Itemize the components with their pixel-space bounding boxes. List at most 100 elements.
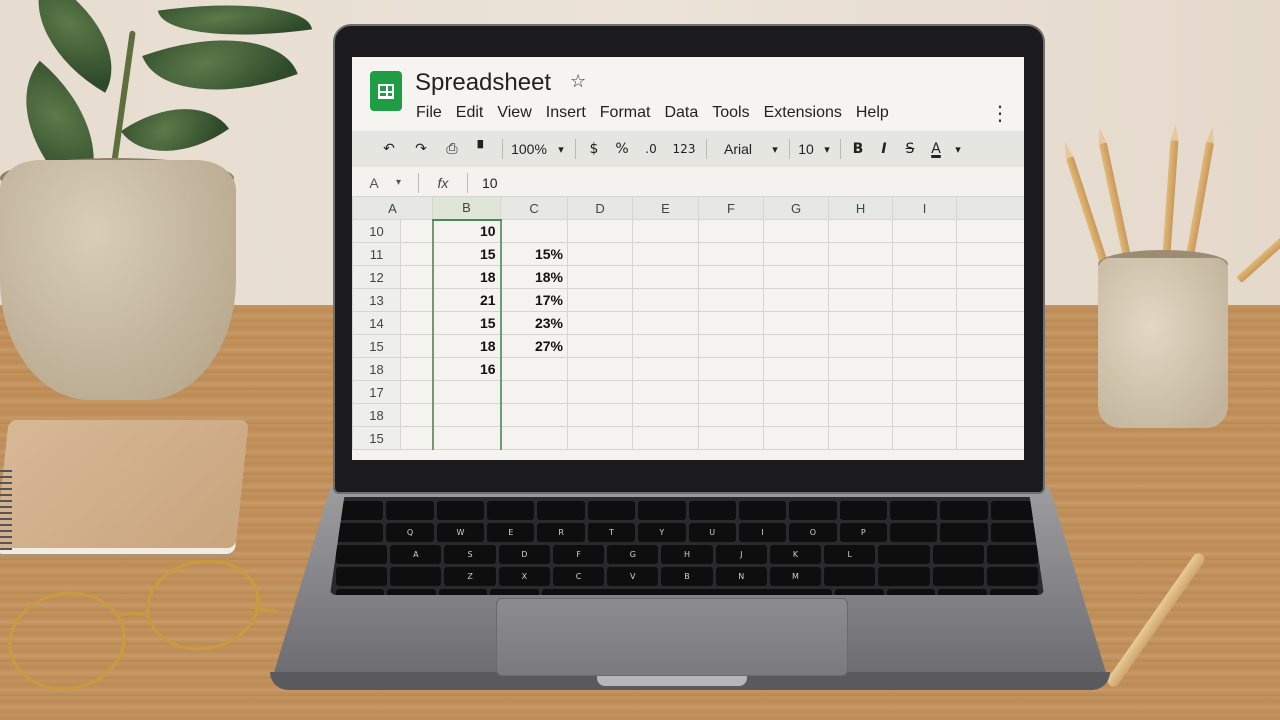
cell-h[interactable] [828, 357, 894, 381]
sheets-logo-icon[interactable] [370, 71, 402, 111]
row-header[interactable]: 14 [352, 311, 401, 335]
cell-overflow[interactable] [956, 380, 1024, 404]
menu-file[interactable]: File [416, 104, 442, 122]
column-header-b[interactable]: B [432, 196, 502, 221]
keyboard-key[interactable] [487, 501, 535, 520]
cell-h[interactable] [828, 403, 894, 427]
cell-h[interactable] [828, 426, 894, 450]
keyboard-key[interactable]: E [487, 523, 535, 542]
paint-format-icon[interactable]: ▘ [468, 131, 498, 167]
cell-overflow[interactable] [956, 311, 1024, 335]
cell-overflow[interactable] [956, 403, 1024, 427]
row-header[interactable]: 17 [352, 380, 401, 404]
menu-extensions[interactable]: Extensions [764, 104, 842, 122]
row-header[interactable]: 15 [352, 334, 401, 358]
keyboard-key[interactable]: F [552, 545, 605, 564]
keyboard-key[interactable]: M [769, 567, 822, 586]
cell-b[interactable]: 15 [431, 311, 502, 335]
cell-i[interactable] [892, 219, 958, 243]
cell-b[interactable]: 16 [431, 357, 502, 381]
keyboard-key[interactable] [688, 501, 736, 520]
cell-b[interactable]: 18 [431, 265, 502, 289]
cell-g[interactable] [763, 357, 830, 381]
row-header[interactable]: 11 [352, 242, 401, 266]
keyboard-key[interactable]: Q [386, 523, 434, 542]
cell-f[interactable] [698, 265, 765, 289]
menu-format[interactable]: Format [600, 104, 651, 122]
cell-c[interactable]: 27% [500, 334, 569, 358]
chevron-down-icon[interactable]: ▾ [818, 131, 836, 167]
keyboard-key[interactable] [789, 501, 837, 520]
strikethrough-button[interactable]: S [897, 131, 923, 167]
cell-c[interactable]: 23% [500, 311, 569, 335]
menu-insert[interactable]: Insert [546, 104, 586, 122]
keyboard-key[interactable]: I [738, 523, 787, 542]
cell-f[interactable] [698, 380, 765, 404]
menu-edit[interactable]: Edit [456, 104, 484, 122]
cell-b[interactable] [431, 426, 502, 450]
keyboard-key[interactable]: D [498, 545, 550, 564]
text-color-button[interactable]: A [923, 131, 949, 167]
column-header-c[interactable]: C [500, 196, 569, 220]
keyboard-key[interactable] [336, 567, 388, 586]
cell-overflow[interactable] [956, 426, 1024, 450]
cell-f[interactable] [698, 288, 765, 312]
cell-d[interactable] [567, 334, 634, 358]
formula-input[interactable]: 10 [482, 175, 498, 191]
row-header[interactable]: 15 [352, 426, 401, 450]
cell-c[interactable]: 15% [500, 242, 569, 266]
chevron-down-icon[interactable]: ▾ [949, 131, 967, 167]
menu-help[interactable]: Help [856, 104, 889, 122]
cell-a[interactable] [399, 334, 434, 358]
cell-i[interactable] [892, 403, 958, 427]
keyboard-key[interactable]: T [587, 523, 636, 542]
cell-a[interactable] [399, 426, 434, 450]
keyboard-key[interactable] [336, 523, 384, 542]
star-icon[interactable]: ☆ [570, 71, 586, 92]
row-header[interactable]: 18 [352, 357, 401, 381]
cell-overflow[interactable] [956, 357, 1024, 381]
cell-a[interactable] [399, 265, 434, 289]
menu-tools[interactable]: Tools [712, 104, 749, 122]
bold-button[interactable]: B [845, 131, 871, 167]
chevron-down-icon[interactable]: ▾ [551, 131, 571, 167]
document-title[interactable]: Spreadsheet [415, 69, 551, 97]
cell-b[interactable] [431, 380, 502, 404]
keyboard-key[interactable]: W [436, 523, 485, 542]
cell-overflow[interactable] [956, 288, 1024, 312]
cell-d[interactable] [567, 265, 634, 289]
column-header-f[interactable]: F [698, 196, 765, 220]
cell-c[interactable] [500, 380, 569, 404]
cell-e[interactable] [632, 380, 700, 404]
cell-e[interactable] [632, 403, 700, 427]
more-formats-button[interactable]: 123 [666, 131, 702, 167]
cell-e[interactable] [632, 288, 700, 312]
keyboard-key[interactable]: C [552, 567, 605, 586]
keyboard-key[interactable] [839, 501, 887, 520]
cell-overflow[interactable] [956, 219, 1024, 243]
name-box[interactable]: A [352, 175, 396, 191]
keyboard-key[interactable]: R [537, 523, 585, 542]
cell-overflow[interactable] [956, 242, 1024, 266]
cell-a[interactable] [399, 357, 434, 381]
cell-g[interactable] [763, 265, 830, 289]
keyboard-key[interactable] [986, 567, 1039, 586]
zoom-select[interactable]: 100% [507, 131, 551, 167]
cell-e[interactable] [632, 357, 700, 381]
keyboard-key[interactable] [990, 523, 1039, 542]
keyboard-key[interactable] [940, 501, 988, 520]
cell-d[interactable] [567, 403, 634, 427]
cell-overflow[interactable] [956, 265, 1024, 289]
cell-d[interactable] [567, 426, 634, 450]
row-header[interactable]: 18 [352, 403, 401, 427]
cell-c[interactable]: 18% [500, 265, 569, 289]
cell-f[interactable] [698, 403, 765, 427]
cell-h[interactable] [828, 219, 894, 243]
keyboard-key[interactable]: U [688, 523, 736, 542]
cell-d[interactable] [567, 288, 634, 312]
redo-icon[interactable]: ↷ [406, 131, 436, 167]
keyboard-key[interactable]: Y [638, 523, 686, 542]
keyboard-key[interactable]: V [607, 567, 659, 586]
cell-c[interactable] [500, 357, 569, 381]
cell-f[interactable] [698, 357, 765, 381]
